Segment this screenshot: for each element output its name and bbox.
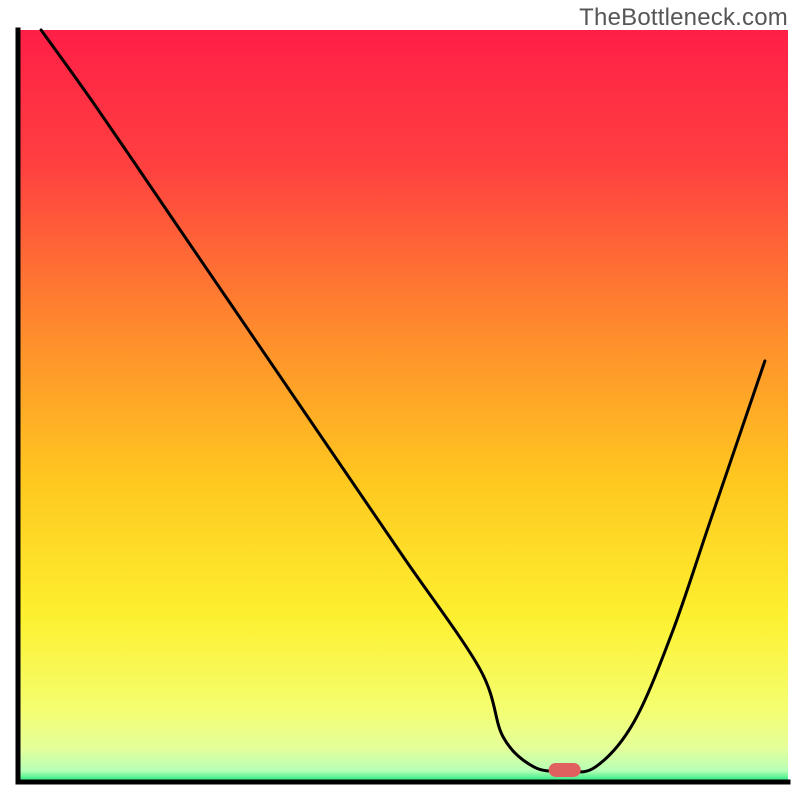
- watermark-text: TheBottleneck.com: [579, 4, 788, 32]
- plot-background: [18, 30, 788, 782]
- chart-frame: TheBottleneck.com: [0, 0, 800, 800]
- optimal-point-marker: [549, 763, 581, 777]
- bottleneck-chart: [0, 0, 800, 800]
